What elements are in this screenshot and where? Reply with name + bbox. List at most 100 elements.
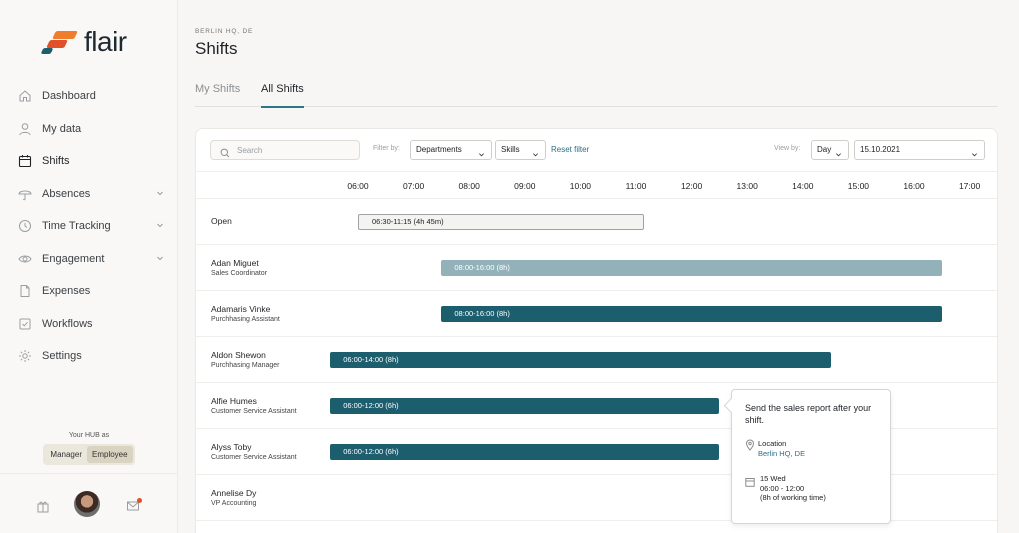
shift-bar[interactable]: 08:00-16:00 (8h): [441, 306, 942, 322]
search-icon: [220, 145, 230, 158]
view-by-label: View by:: [774, 145, 801, 152]
chevron-down-icon: [835, 147, 842, 157]
employee-name[interactable]: Annelise Dy: [211, 488, 256, 498]
location-label: BERLIN HQ, DE: [195, 28, 254, 35]
sidebar-item-label: Absences: [42, 187, 91, 200]
reset-filter-link[interactable]: Reset filter: [551, 145, 589, 154]
hub-option-employee[interactable]: Employee: [87, 446, 133, 463]
timeline-header: 06:00 07:00 08:00 09:00 10:00 11:00 12:00 13:00…: [196, 171, 997, 199]
hour-label: 15:00: [847, 181, 870, 191]
filter-by-label: Filter by:: [373, 145, 400, 152]
filter-toolbar: Filter by: Departments Skills Reset filt…: [196, 129, 997, 171]
chevron-down-icon: [971, 147, 978, 157]
shift-popover: Send the sales report after your shift. …: [731, 389, 891, 524]
sidebar-item-settings[interactable]: Settings: [0, 340, 178, 373]
sidebar-item-dashboard[interactable]: Dashboard: [0, 80, 178, 113]
date-select[interactable]: 15.10.2021: [854, 140, 985, 160]
hub-option-manager[interactable]: Manager: [45, 446, 87, 463]
shift-bar[interactable]: 06:30-11:15 (4h 45m): [358, 214, 645, 230]
shift-bar[interactable]: 06:00-12:00 (6h): [330, 398, 720, 414]
date-select-value: 15.10.2021: [860, 145, 901, 154]
sidebar-item-label: Engagement: [42, 252, 105, 265]
employee-role: Customer Service Assistant: [211, 454, 297, 461]
gift-icon[interactable]: [36, 499, 50, 513]
chevron-down-icon[interactable]: [156, 189, 164, 197]
view-select[interactable]: Day: [811, 140, 849, 160]
chevron-down-icon[interactable]: [156, 221, 164, 229]
popover-location-title: Location: [758, 439, 787, 448]
file-icon: [18, 284, 32, 298]
sidebar-item-shifts[interactable]: Shifts: [0, 145, 178, 178]
employee-role: Purchhasing Assistant: [211, 316, 280, 323]
sidebar-item-workflows[interactable]: Workflows: [0, 308, 178, 341]
employee-role: Sales Coordinator: [211, 270, 268, 277]
chevron-down-icon[interactable]: [156, 254, 164, 262]
gear-icon: [18, 349, 32, 363]
popover-note: (8h of working time): [760, 493, 826, 502]
popover-date: 15 Wed: [760, 474, 786, 483]
hour-label: 06:00: [347, 181, 369, 191]
employee-name[interactable]: Adamaris Vinke: [211, 304, 270, 314]
sidebar-item-label: My data: [42, 122, 82, 135]
hour-label: 17:00: [958, 181, 981, 191]
sidebar-item-engagement[interactable]: Engagement: [0, 243, 178, 276]
sidebar-footer: [0, 473, 178, 533]
employee-role: VP Accounting: [211, 500, 257, 507]
hour-label: 09:00: [514, 181, 536, 191]
employee-role: Purchhasing Manager: [211, 362, 280, 369]
shift-bar[interactable]: 06:00-12:00 (6h): [330, 444, 720, 460]
shift-row: Adan Miguet Sales Coordinator 08:00-16:00 …: [196, 245, 997, 291]
shift-row: Aldon Shewon Purchhasing Manager 06:00-14:…: [196, 337, 997, 383]
skills-select[interactable]: Skills: [495, 140, 546, 160]
popover-time: 06:00 - 12:00: [760, 484, 805, 493]
search-box: [210, 140, 360, 160]
eye-icon: [18, 252, 32, 266]
popover-location-value[interactable]: Berlin HQ, DE: [758, 449, 805, 458]
employee-name[interactable]: Alfie Humes: [211, 396, 257, 406]
hour-label: 14:00: [792, 181, 814, 191]
hour-label: 08:00: [458, 181, 480, 191]
hour-label: 12:00: [680, 181, 703, 191]
sidebar-item-expenses[interactable]: Expenses: [0, 275, 178, 308]
shift-row: Adamaris Vinke Purchhasing Assistant 08:00…: [196, 291, 997, 337]
check-square-icon: [18, 317, 32, 331]
calendar-icon: [745, 474, 755, 487]
skills-select-value: Skills: [501, 145, 520, 154]
shift-bar[interactable]: 08:00-16:00 (8h): [441, 260, 942, 276]
tab-my-shifts[interactable]: My Shifts: [195, 83, 240, 107]
tab-all-shifts[interactable]: All Shifts: [261, 83, 304, 108]
umbrella-icon: [18, 187, 32, 201]
sidebar: flair Dashboard My data Shifts Absences …: [0, 0, 178, 533]
sidebar-item-label: Settings: [42, 350, 82, 363]
home-icon: [18, 89, 32, 103]
clock-icon: [18, 219, 32, 233]
tabs: My Shifts All Shifts: [195, 80, 998, 108]
employee-name[interactable]: Open: [211, 216, 232, 226]
employee-name[interactable]: Adan Miguet: [211, 258, 259, 268]
hour-label: 16:00: [903, 181, 925, 191]
sidebar-item-absences[interactable]: Absences: [0, 178, 178, 211]
departments-select-value: Departments: [416, 145, 462, 154]
employee-name[interactable]: Aldon Shewon: [211, 350, 266, 360]
search-input[interactable]: [237, 143, 355, 158]
logo-text: flair: [84, 26, 127, 57]
employee-name[interactable]: Alyss Toby: [211, 442, 251, 452]
shift-row: Open 06:30-11:15 (4h 45m): [196, 199, 997, 245]
logo[interactable]: flair: [40, 26, 127, 58]
hour-label: 10:00: [569, 181, 592, 191]
sidebar-item-my-data[interactable]: My data: [0, 113, 178, 146]
logo-mark-icon: [40, 29, 80, 55]
page-title: Shifts: [195, 39, 238, 58]
popover-message: Send the sales report after your shift.: [745, 403, 872, 425]
departments-select[interactable]: Departments: [410, 140, 492, 160]
sidebar-item-label: Dashboard: [42, 90, 96, 103]
employee-role: Customer Service Assistant: [211, 408, 297, 415]
sidebar-item-time-tracking[interactable]: Time Tracking: [0, 210, 178, 243]
shift-bar[interactable]: 06:00-14:00 (8h): [330, 352, 831, 368]
sidebar-nav: Dashboard My data Shifts Absences Time T…: [0, 80, 178, 373]
hour-label: 11:00: [625, 181, 647, 191]
chevron-down-icon: [478, 147, 485, 157]
hour-label: 07:00: [402, 181, 425, 191]
hub-label: Your HUB as: [68, 432, 110, 439]
avatar[interactable]: [74, 491, 100, 517]
